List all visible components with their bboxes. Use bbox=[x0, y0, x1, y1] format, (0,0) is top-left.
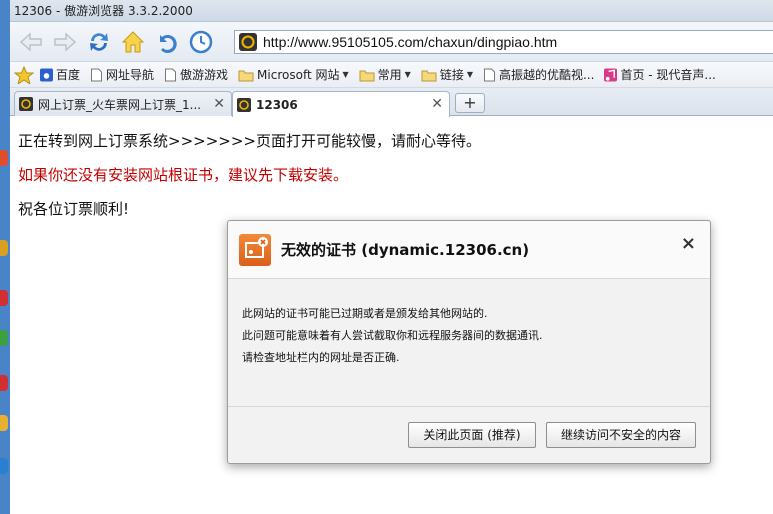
desktop-icon bbox=[0, 150, 8, 166]
tab-bar: 网上订票_火车票网上订票_1... ✕ 12306 ✕ + bbox=[10, 88, 773, 117]
desktop-edge bbox=[0, 0, 10, 514]
page-icon bbox=[483, 68, 495, 81]
bookmark-youku[interactable]: 高振越的优酷视... bbox=[483, 66, 594, 83]
bookmark-maxthon-games[interactable]: 傲游游戏 bbox=[164, 66, 228, 83]
redirect-message: 正在转到网上订票系统>>>>>>>页面打开可能较慢，请耐心等待。 bbox=[18, 132, 481, 150]
site-favicon-icon bbox=[19, 97, 33, 111]
desktop-icon bbox=[0, 290, 8, 306]
tab-title: 网上订票_火车票网上订票_1... bbox=[38, 97, 202, 112]
continue-unsafe-button[interactable]: 继续访问不安全的内容 bbox=[546, 422, 696, 448]
message-line: 此网站的证书可能已过期或者是颁发给其他网站的. bbox=[242, 307, 488, 320]
message-line: 此问题可能意味着有人尝试截取你和远程服务器间的数据通讯. bbox=[242, 329, 543, 342]
dialog-message: 此网站的证书可能已过期或者是颁发给其他网站的. 此问题可能意味着有人尝试截取你和… bbox=[228, 279, 710, 407]
window-title: 12306 - 傲游浏览器 3.3.2.2000 bbox=[10, 0, 773, 22]
chevron-down-icon: ▼ bbox=[404, 70, 411, 79]
folder-icon bbox=[421, 70, 437, 81]
history-button[interactable] bbox=[186, 27, 216, 57]
url-text: http://www.95105105.com/chaxun/dingpiao.… bbox=[263, 33, 558, 50]
close-page-button[interactable]: 关闭此页面 (推荐) bbox=[408, 422, 536, 448]
undo-close-button[interactable] bbox=[152, 27, 182, 57]
certificate-warning-link[interactable]: 如果你还没有安装网站根证书，建议先下载安装。 bbox=[18, 158, 765, 192]
tab-ticket-booking[interactable]: 网上订票_火车票网上订票_1... ✕ bbox=[14, 91, 232, 116]
bookmark-music[interactable]: 首页 - 现代音声... bbox=[604, 66, 716, 83]
clock-icon bbox=[189, 30, 213, 53]
desktop-icon bbox=[0, 240, 8, 256]
undo-icon bbox=[160, 34, 177, 53]
back-arrow-icon bbox=[19, 31, 42, 52]
site-favicon-icon bbox=[237, 97, 251, 112]
certificate-warning-icon bbox=[239, 233, 271, 266]
baidu-icon bbox=[40, 68, 53, 81]
favorites-star-icon[interactable] bbox=[14, 65, 34, 84]
back-button[interactable] bbox=[16, 27, 46, 57]
bookmark-label: 常用 bbox=[377, 68, 402, 82]
folder-icon bbox=[359, 70, 375, 81]
bookmark-baidu[interactable]: 百度 bbox=[40, 66, 80, 83]
bookmark-url-navigation[interactable]: 网址导航 bbox=[90, 66, 154, 83]
close-tab-icon[interactable]: ✕ bbox=[213, 96, 225, 112]
forward-button[interactable] bbox=[50, 27, 80, 57]
refresh-icon bbox=[90, 32, 108, 51]
dialog-title: 无效的证书 (dynamic.12306.cn) bbox=[281, 241, 530, 259]
home-icon bbox=[121, 30, 145, 52]
navigation-toolbar: http://www.95105105.com/chaxun/dingpiao.… bbox=[10, 22, 773, 62]
address-bar[interactable]: http://www.95105105.com/chaxun/dingpiao.… bbox=[234, 29, 773, 54]
music-icon bbox=[604, 68, 618, 81]
message-line: 请检查地址栏内的网址是否正确. bbox=[242, 351, 400, 364]
bookmark-label: 傲游游戏 bbox=[180, 68, 229, 82]
bookmarks-bar: 百度 网址导航 傲游游戏 Microsoft 网站 ▼ 常用 ▼ 链接 ▼ 高振… bbox=[10, 62, 773, 88]
bookmark-label: 百度 bbox=[56, 68, 81, 82]
desktop-icon bbox=[0, 415, 8, 431]
bookmark-label: 首页 - 现代音声... bbox=[620, 68, 716, 82]
desktop-icon bbox=[0, 330, 8, 346]
bookmark-folder-common[interactable]: 常用 ▼ bbox=[359, 66, 411, 83]
refresh-button[interactable] bbox=[84, 27, 114, 57]
bookmark-folder-microsoft[interactable]: Microsoft 网站 ▼ bbox=[238, 66, 349, 83]
dialog-footer: 关闭此页面 (推荐) 继续访问不安全的内容 bbox=[228, 407, 710, 463]
tab-title: 12306 bbox=[256, 97, 298, 112]
page-icon bbox=[91, 68, 103, 81]
bookmark-label: 链接 bbox=[439, 68, 464, 82]
bookmark-label: 高振越的优酷视... bbox=[498, 68, 595, 82]
chevron-down-icon: ▼ bbox=[466, 70, 473, 79]
forward-arrow-icon bbox=[54, 31, 77, 52]
dialog-header: 无效的证书 (dynamic.12306.cn) bbox=[228, 221, 710, 279]
site-favicon-icon bbox=[239, 32, 257, 51]
invalid-certificate-dialog: 无效的证书 (dynamic.12306.cn) × 此网站的证书可能已过期或者… bbox=[227, 220, 711, 464]
desktop-icon bbox=[0, 375, 8, 391]
close-icon[interactable]: × bbox=[681, 233, 696, 254]
home-button[interactable] bbox=[118, 27, 148, 57]
tab-12306[interactable]: 12306 ✕ bbox=[232, 91, 450, 117]
page-content: 正在转到网上订票系统>>>>>>>页面打开可能较慢，请耐心等待。 如果你还没有安… bbox=[10, 116, 773, 234]
bookmark-folder-links[interactable]: 链接 ▼ bbox=[421, 66, 473, 83]
chevron-down-icon: ▼ bbox=[342, 70, 349, 79]
bookmark-label: 网址导航 bbox=[106, 68, 155, 82]
new-tab-button[interactable]: + bbox=[455, 93, 485, 113]
bookmark-label: Microsoft 网站 bbox=[257, 68, 340, 82]
page-icon bbox=[165, 68, 177, 81]
folder-icon bbox=[238, 70, 254, 81]
desktop-icon bbox=[0, 458, 8, 474]
close-tab-icon[interactable]: ✕ bbox=[431, 96, 443, 112]
